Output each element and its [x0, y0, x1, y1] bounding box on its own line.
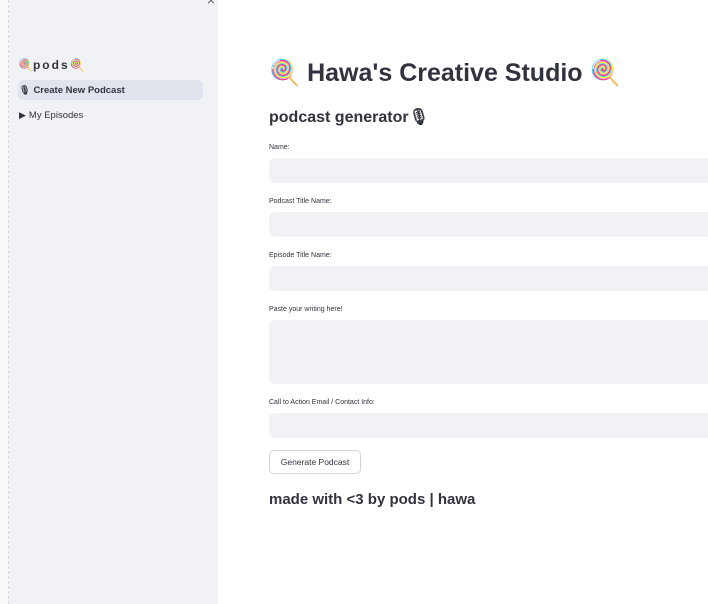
- microphone-icon: 🎙: [19, 85, 31, 95]
- lollipop-icon: 🍭: [69, 58, 85, 72]
- microphone-icon: 🎙: [408, 109, 429, 126]
- play-icon: ▶: [19, 110, 26, 120]
- page-title: 🍭 Hawa's Creative Studio 🍭: [269, 59, 621, 88]
- lollipop-icon: 🍭: [269, 59, 301, 87]
- sidebar-item-label: My Episodes: [28, 110, 84, 121]
- contact-info-label: Call to Action Email / Contact Info:: [269, 399, 375, 406]
- name-label: Name:: [269, 144, 290, 151]
- contact-info-input[interactable]: [269, 413, 708, 438]
- sidebar: × 🍭pods🍭 🎙 Create New Podcast ▶ My Episode…: [9, 0, 218, 604]
- episode-title-label: Episode Title Name:: [269, 252, 332, 259]
- footer-text: made with <3 by pods | hawa: [269, 491, 476, 508]
- subtitle: podcast generator🎙: [269, 107, 429, 127]
- podcast-title-label: Podcast Title Name:: [269, 198, 332, 205]
- name-input[interactable]: [269, 158, 708, 183]
- subtitle-text: podcast generator: [269, 109, 409, 126]
- sidebar-item-create-new-podcast[interactable]: 🎙 Create New Podcast: [18, 80, 203, 100]
- sidebar-title: 🍭pods🍭: [18, 58, 85, 72]
- podcast-title-input[interactable]: [269, 212, 708, 237]
- writing-label: Paste your writing here!: [269, 306, 343, 313]
- generate-podcast-button[interactable]: Generate Podcast: [269, 450, 361, 474]
- left-edge-strip: [0, 0, 9, 604]
- sidebar-item-label: Create New Podcast: [33, 85, 125, 96]
- writing-textarea[interactable]: [269, 320, 708, 384]
- lollipop-icon: 🍭: [18, 58, 33, 72]
- page-title-text: Hawa's Creative Studio: [307, 59, 583, 87]
- sidebar-title-text: pods: [32, 58, 70, 72]
- main-content: 🍭 Hawa's Creative Studio 🍭 podcast gener…: [218, 0, 708, 604]
- lollipop-icon: 🍭: [589, 59, 621, 87]
- sidebar-item-my-episodes[interactable]: ▶ My Episodes: [18, 105, 203, 125]
- episode-title-input[interactable]: [269, 266, 708, 291]
